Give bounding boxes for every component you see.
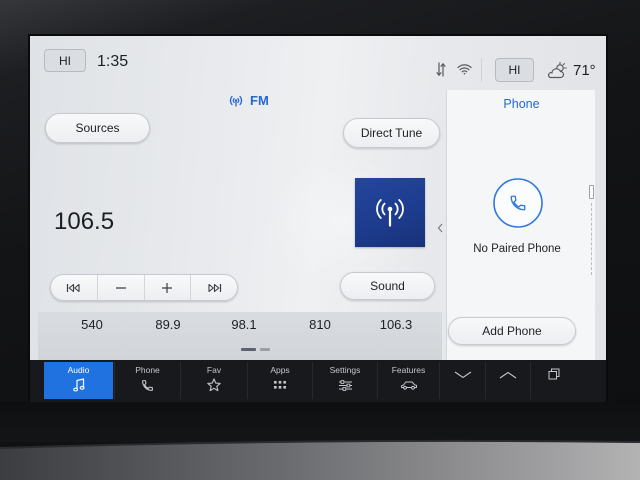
- tune-up-icon: [162, 282, 173, 293]
- preset-button[interactable]: 810: [282, 316, 358, 334]
- nav-item-apps[interactable]: Apps: [247, 362, 312, 399]
- tune-down-button[interactable]: [96, 275, 144, 300]
- phone-panel-scrollbar[interactable]: [589, 185, 594, 275]
- antenna-icon: [376, 198, 404, 227]
- preset-button[interactable]: 106.3: [358, 316, 434, 334]
- direct-tune-button[interactable]: Direct Tune: [343, 118, 440, 148]
- touchscreen: HI 1:35 HI 71° FM Sources Direct Tune 10…: [30, 36, 606, 402]
- seek-forward-button[interactable]: [190, 275, 237, 300]
- status-divider: [481, 58, 482, 82]
- direct-tune-button-label: Direct Tune: [360, 126, 423, 140]
- phone-panel: Phone No Paired Phone Add Phone: [446, 90, 595, 360]
- preset-button[interactable]: 540: [54, 316, 130, 334]
- nav-item-label: Phone: [135, 365, 160, 375]
- seek-forward-icon: [208, 283, 221, 292]
- add-phone-button-label: Add Phone: [482, 324, 542, 338]
- tuning-controls: [50, 274, 238, 301]
- phone-icon[interactable]: [492, 177, 544, 229]
- nav-item-phone[interactable]: Phone: [114, 362, 180, 399]
- station-frequency: 106.5: [54, 208, 115, 235]
- add-phone-button[interactable]: Add Phone: [448, 317, 576, 345]
- dashboard-trim: [0, 439, 640, 480]
- nav-item-features[interactable]: Features: [377, 362, 439, 399]
- phone-panel-title: Phone: [503, 97, 540, 111]
- presets-bar: 540 89.9 98.1 810 106.3: [38, 312, 442, 360]
- scroll-up-button[interactable]: [485, 362, 530, 399]
- windows-button[interactable]: [530, 362, 576, 399]
- tune-up-button[interactable]: [143, 275, 191, 300]
- nav-item-settings[interactable]: Settings: [312, 362, 377, 399]
- chevron-down-icon: [454, 371, 471, 379]
- nav-item-label: Apps: [270, 365, 290, 375]
- sound-button[interactable]: Sound: [340, 272, 435, 300]
- tune-down-icon: [115, 286, 126, 289]
- data-transfer-icon: [436, 62, 446, 77]
- seek-back-button[interactable]: [51, 275, 97, 300]
- outside-temperature: 71°: [573, 62, 596, 79]
- apps-grid-icon: [274, 381, 286, 389]
- infotainment-bezel: HI 1:35 HI 71° FM Sources Direct Tune 10…: [0, 0, 640, 480]
- settings-sliders-icon: [338, 379, 352, 391]
- sources-button[interactable]: Sources: [45, 113, 150, 143]
- chevron-up-icon: [499, 371, 517, 379]
- band-label: FM: [250, 93, 269, 108]
- music-note-icon: [72, 378, 85, 392]
- bottom-nav-bar: Audio Phone Fav Apps Settings Features: [30, 360, 606, 402]
- nav-item-label: Fav: [206, 365, 222, 375]
- passenger-climate-button[interactable]: HI: [495, 58, 534, 82]
- nav-item-fav[interactable]: Fav: [180, 362, 247, 399]
- page-indicator-active: [241, 348, 256, 351]
- preset-button[interactable]: 98.1: [206, 316, 282, 334]
- car-icon: [400, 381, 417, 390]
- nav-item-label: Features: [391, 365, 426, 375]
- station-artwork: [355, 178, 425, 247]
- windows-icon: [548, 368, 559, 380]
- nav-item-label: Audio: [67, 365, 90, 375]
- phone-status: No Paired Phone: [473, 243, 561, 255]
- star-icon: [207, 378, 221, 392]
- sound-button-label: Sound: [370, 279, 405, 293]
- radio-signal-icon: [229, 95, 243, 107]
- phone-icon: [142, 379, 153, 391]
- nav-item-audio[interactable]: Audio: [44, 362, 113, 399]
- wifi-icon: [457, 64, 472, 75]
- preset-button[interactable]: 89.9: [130, 316, 206, 334]
- chevron-left-icon[interactable]: [437, 223, 443, 233]
- weather-icon: [547, 62, 567, 79]
- scroll-down-button[interactable]: [439, 362, 485, 399]
- scrollbar-track: [591, 203, 592, 275]
- scrollbar-thumb[interactable]: [589, 185, 594, 199]
- sources-button-label: Sources: [75, 121, 120, 135]
- nav-item-label: Settings: [329, 365, 361, 375]
- page-indicator: [260, 348, 270, 351]
- clock: 1:35: [97, 53, 129, 70]
- seek-back-icon: [67, 283, 80, 292]
- driver-climate-button[interactable]: HI: [44, 49, 86, 72]
